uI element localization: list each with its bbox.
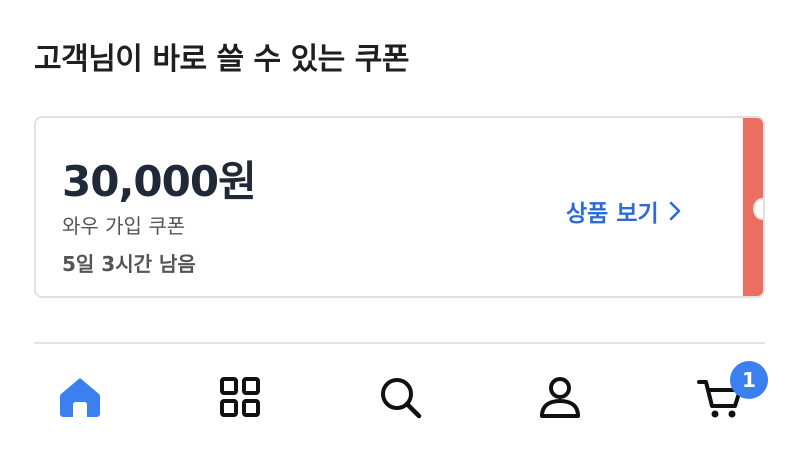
search-icon	[381, 378, 422, 419]
coupon-name: 와우 가입 쿠폰	[62, 214, 186, 238]
nav-categories[interactable]	[215, 372, 265, 422]
category-grid-icon	[220, 377, 260, 417]
nav-my-page[interactable]	[535, 372, 585, 422]
nav-home[interactable]	[55, 372, 105, 422]
view-products-button[interactable]: 상품 보기	[566, 194, 683, 228]
coupon-amount: 30,000원	[62, 157, 257, 206]
cart-count-badge: 1	[730, 361, 768, 399]
user-icon	[540, 377, 580, 418]
coupon-notch	[753, 198, 763, 220]
nav-search[interactable]	[375, 372, 425, 422]
chevron-right-icon	[669, 201, 680, 221]
bottom-navigation	[0, 344, 800, 454]
coupon-remaining-time: 5일 3시간 남음	[62, 252, 196, 276]
view-products-label: 상품 보기	[566, 201, 659, 227]
home-icon	[60, 378, 100, 417]
section-title: 고객님이 바로 쓸 수 있는 쿠폰	[34, 42, 409, 77]
coupon-card: 30,000원 와우 가입 쿠폰 5일 3시간 남음 상품 보기	[34, 116, 765, 298]
